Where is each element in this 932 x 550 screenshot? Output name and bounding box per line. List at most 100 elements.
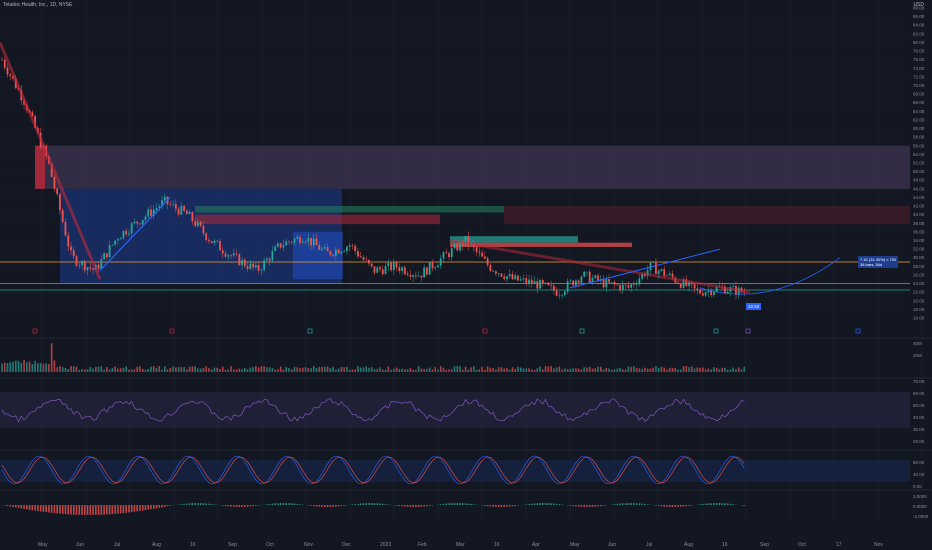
macd-histogram-bar (6, 505, 9, 506)
volume-bar (539, 366, 541, 372)
volume-bar (553, 368, 555, 372)
volume-bar (362, 367, 365, 372)
macd-histogram-bar (100, 505, 103, 515)
candle-body (373, 266, 376, 273)
price-tick-label: 20.00 (913, 298, 925, 303)
volume-bar (580, 369, 583, 372)
volume-bar (657, 367, 660, 372)
candle-body (172, 203, 174, 205)
volume-bar (354, 369, 356, 372)
volume-bar (470, 367, 472, 372)
volume-bar (304, 367, 307, 372)
macd-histogram-bar (326, 505, 329, 507)
volume-bar (635, 368, 638, 372)
macd-histogram-bar (279, 503, 282, 505)
volume-bar (715, 367, 718, 372)
candle-body (321, 248, 323, 250)
candle-body (92, 268, 94, 271)
volume-bar (511, 367, 514, 372)
volume-bar (506, 368, 508, 372)
candle-body (329, 251, 332, 255)
price-tick-label: 30.00 (913, 255, 925, 260)
volume-bar (188, 366, 191, 372)
volume-bar (279, 366, 282, 372)
time-tick-label: Nov (304, 542, 313, 548)
candle-body (437, 265, 439, 268)
candle-body (561, 294, 564, 296)
time-tick-label: Apr (532, 542, 540, 548)
candle-body (503, 276, 506, 280)
macd-histogram-bar (83, 505, 86, 515)
candle-body (668, 273, 671, 276)
macd-histogram-bar (691, 505, 693, 506)
macd-histogram-bar (362, 503, 365, 505)
time-tick-label: Oct (798, 542, 806, 548)
volume-bar (232, 369, 235, 372)
volume-bar (139, 366, 141, 372)
volume-bar (558, 366, 561, 372)
candle-body (547, 282, 550, 286)
candle-body (111, 244, 114, 246)
candle-body (500, 273, 503, 277)
candle-body (343, 251, 346, 252)
volume-bar (224, 369, 227, 372)
candle-body (528, 279, 530, 284)
price-tick-label: 84.00 (913, 23, 925, 28)
volume-bar (724, 367, 726, 372)
candle-body (246, 266, 249, 269)
volume-bar (677, 369, 679, 372)
macd-histogram-bar (122, 505, 125, 514)
volume-bar (373, 369, 376, 372)
volume-bar (710, 369, 712, 372)
candle-body (638, 278, 641, 285)
macd-histogram-bar (406, 505, 409, 507)
time-tick-label: Jun (608, 542, 616, 548)
volume-bar (743, 366, 746, 372)
volume-bar (624, 369, 627, 372)
stoch-tick-label: 80.00 (913, 460, 925, 465)
volume-bar (83, 369, 86, 372)
macd-histogram-bar (335, 505, 337, 507)
macd-histogram-bar (119, 505, 122, 514)
macd-histogram-bar (315, 505, 318, 507)
volume-bar (332, 366, 334, 372)
volume-bar (450, 369, 453, 372)
volume-bar (199, 368, 202, 372)
volume-bar (737, 367, 740, 372)
volume-bar (348, 369, 351, 372)
macd-histogram-bar (59, 505, 61, 514)
price-tick-label: 36.00 (913, 229, 925, 234)
volume-bar (56, 367, 58, 372)
symbol-title[interactable]: Teladoc Health, Inc., 1D, NYSE (3, 2, 72, 8)
volume-bar (299, 368, 301, 372)
macd-histogram-bar (139, 505, 141, 511)
candle-body (555, 290, 558, 296)
volume-bar (235, 369, 238, 372)
volume-bar (263, 366, 265, 372)
macd-histogram-bar (453, 503, 456, 505)
zone-0 (35, 145, 910, 189)
volume-bar (301, 367, 304, 372)
candle-body (448, 253, 450, 258)
candle-body (652, 262, 655, 263)
chart-canvas[interactable]: 88.0086.0084.0082.0080.0078.0076.0074.00… (0, 0, 932, 550)
volume-bar (655, 366, 657, 372)
zone-2 (195, 206, 504, 213)
volume-bar (663, 367, 666, 372)
volume-bar (702, 367, 704, 372)
volume-bar (406, 369, 409, 372)
macd-histogram-bar (208, 503, 210, 505)
candle-body (122, 230, 125, 239)
candle-body (265, 258, 268, 261)
candle-body (660, 269, 663, 271)
projection-curve (699, 257, 841, 295)
time-tick-label: Nov (874, 542, 883, 548)
candle-body (81, 260, 83, 266)
volume-bar (197, 368, 199, 372)
candle-body (442, 252, 445, 259)
macd-histogram-bar (282, 503, 285, 505)
macd-histogram-bar (89, 505, 92, 515)
candle-body (357, 251, 359, 257)
macd-histogram-bar (67, 505, 70, 515)
candle-body (619, 285, 621, 291)
